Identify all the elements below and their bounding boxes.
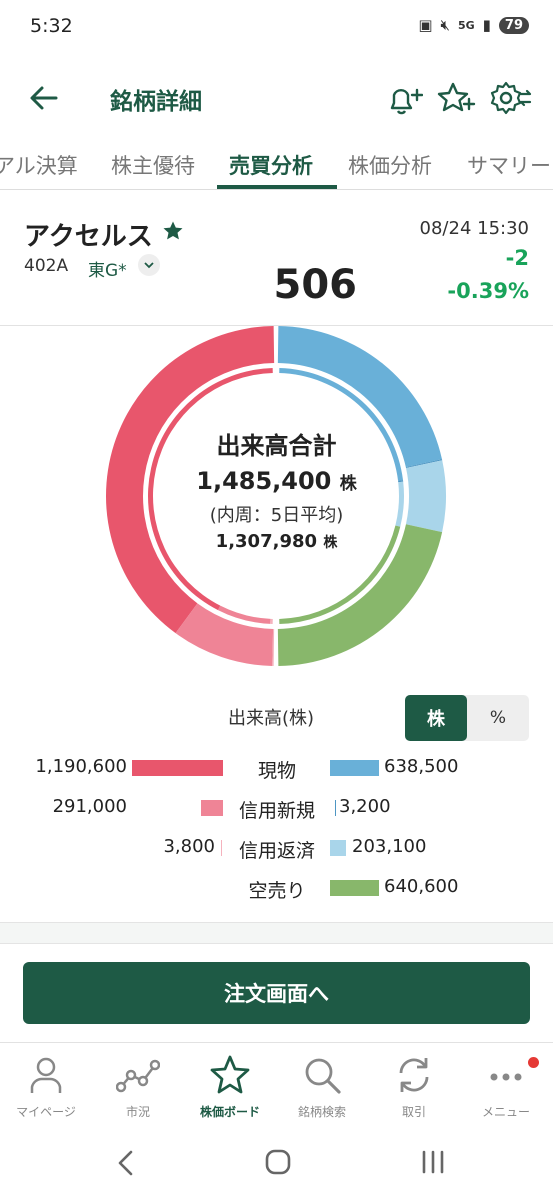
system-home-icon[interactable]: [264, 1148, 292, 1176]
star-plus-icon[interactable]: [436, 78, 476, 118]
nav-menu[interactable]: メニュー: [460, 1043, 552, 1129]
refresh-icon: [399, 1058, 429, 1092]
nav-stock-search[interactable]: 銘柄検索: [276, 1043, 368, 1129]
buy-margin-repay-bar: [221, 840, 222, 856]
signal-icon: ▮: [482, 16, 491, 34]
legend-label-short: 空売り: [248, 880, 306, 902]
tab-shareholder-benefits[interactable]: 株主優待: [111, 150, 195, 180]
stock-price: 506: [273, 262, 358, 308]
nav-label: 市況: [125, 1105, 150, 1119]
sell-margin-repay-value: 203,100: [352, 836, 427, 857]
status-icons: ▣ 🔇︎ 5G ▮ 79: [418, 16, 529, 34]
volume-unit: 株: [339, 474, 357, 494]
system-recents-icon[interactable]: [418, 1148, 448, 1176]
price-change-percent: -0.39%: [447, 279, 529, 303]
nav-trade[interactable]: 取引: [368, 1043, 460, 1129]
more-dots-icon: [490, 1073, 522, 1081]
system-back-icon[interactable]: [112, 1148, 138, 1178]
inner-sell-slice-margin-repay: [395, 481, 404, 527]
active-tab-indicator: [217, 185, 337, 189]
tab-summary[interactable]: サマリー: [467, 150, 551, 180]
buy-spot-value: 1,190,600: [35, 756, 127, 777]
stock-name: アクセルス: [24, 222, 153, 252]
short-sell-value: 640,600: [384, 876, 459, 897]
legend-label-margin-repay: 信用返済: [238, 840, 315, 862]
nav-market[interactable]: 市況: [92, 1043, 184, 1129]
battery-icon: 79: [498, 16, 529, 34]
line-chart-icon: [116, 1059, 160, 1093]
nav-mypage[interactable]: マイページ: [0, 1043, 92, 1129]
volume-total-title: 出来高合計: [216, 432, 337, 460]
app-bar: 銘柄詳細: [0, 66, 553, 128]
mute-icon: 🔇︎: [440, 16, 450, 34]
back-arrow-icon[interactable]: [26, 80, 62, 116]
short-sell-bar: [330, 880, 379, 896]
legend-title: 出来高(株): [228, 708, 315, 729]
buy-spot-bar: [132, 760, 223, 776]
order-screen-button[interactable]: 注文画面へ: [23, 962, 530, 1024]
nav-stock-board[interactable]: 株価ボード: [184, 1043, 276, 1129]
network-label: 5G: [457, 18, 475, 32]
status-time: 5:32: [30, 15, 73, 37]
star-icon: [210, 1055, 250, 1094]
price-timestamp: 08/24 15:30: [419, 218, 529, 239]
tab-quarterly[interactable]: アル決算: [0, 150, 78, 180]
nav-label: マイページ: [16, 1105, 76, 1119]
buy-margin-new-bar: [201, 800, 223, 816]
bell-plus-icon[interactable]: [383, 78, 423, 118]
legend-label-margin-new: 信用新規: [238, 800, 315, 822]
toggle-shares-button[interactable]: 株: [405, 695, 467, 741]
nav-label: 銘柄検索: [297, 1105, 346, 1119]
person-icon: [30, 1057, 62, 1093]
sell-margin-new-value: 3,200: [339, 796, 391, 817]
status-bar: 5:32 ▣ 🔇︎ 5G ▮ 79: [0, 0, 553, 56]
stock-market[interactable]: 東G*: [88, 256, 127, 281]
stock-header: アクセルス 402A 東G* 506 08/24 15:30 -2 -0.39%: [0, 192, 553, 326]
buy-margin-repay-value: 3,800: [163, 836, 215, 857]
chevron-down-icon[interactable]: [138, 254, 160, 276]
inner-ring-note: (内周：5日平均): [209, 505, 344, 526]
notification-dot: [528, 1057, 539, 1068]
tab-bar: アル決算 株主優待 売買分析 株価分析 サマリー: [0, 136, 553, 190]
search-icon: [305, 1058, 341, 1094]
gear-swap-icon[interactable]: [488, 78, 532, 118]
five-day-average: 1,307,980 株: [160, 531, 393, 552]
page-title: 銘柄詳細: [110, 89, 202, 115]
unit-toggle: 株 %: [405, 695, 529, 741]
nav-label: 株価ボード: [199, 1105, 260, 1119]
sell-margin-repay-bar: [330, 840, 346, 856]
buy-margin-new-value: 291,000: [52, 796, 127, 817]
nav-label: メニュー: [481, 1105, 530, 1119]
average-unit: 株: [323, 535, 338, 551]
tab-trade-analysis[interactable]: 売買分析: [229, 150, 313, 180]
system-navigation: [0, 1128, 553, 1200]
outer-sell-slice-margin-repay: [405, 460, 446, 533]
tab-price-analysis[interactable]: 株価分析: [348, 150, 432, 180]
volume-total: 1,485,400 株: [160, 467, 393, 495]
legend-label-spot: 現物: [257, 760, 296, 782]
sell-spot-bar: [330, 760, 379, 776]
nav-label: 取引: [401, 1105, 426, 1119]
donut-center: 出来高合計 1,485,400 株 (内周：5日平均) 1,307,980 株: [160, 426, 393, 552]
inner-buy-slice-margin-repay: [270, 618, 273, 624]
sell-spot-value: 638,500: [384, 756, 459, 777]
notification-icon: ▣: [418, 16, 433, 34]
section-separator: [0, 922, 553, 944]
favorite-star-icon[interactable]: [162, 220, 184, 242]
price-change: -2: [505, 246, 529, 270]
volume-total-value: 1,485,400: [196, 467, 332, 495]
bottom-navigation: マイページ 市況 株価ボード 銘柄検索 取引 メニュー: [0, 1042, 553, 1128]
sell-margin-new-bar: [335, 800, 336, 816]
toggle-percent-button[interactable]: %: [467, 695, 529, 741]
five-day-average-value: 1,307,980: [215, 531, 318, 552]
stock-code: 402A: [24, 256, 69, 276]
